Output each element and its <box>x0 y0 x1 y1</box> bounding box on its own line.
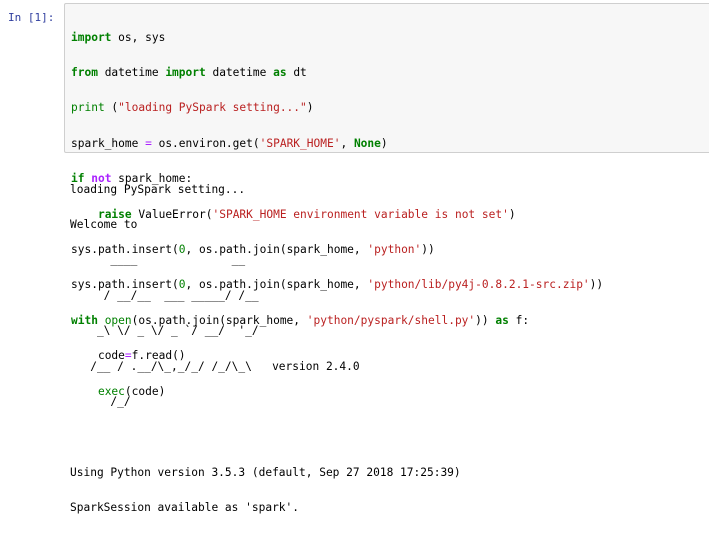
code-text: os, sys <box>111 30 166 44</box>
output-line: Using Python version 3.5.3 (default, Sep… <box>70 465 461 479</box>
code-text: )) <box>589 278 604 292</box>
code-keyword: as <box>495 313 509 327</box>
code-string: 'SPARK_HOME' <box>259 136 341 150</box>
output-line: loading PySpark setting... <box>70 182 246 196</box>
spark-logo-line: /__ / .__/\_,_/_/ /_/\_\ version 2.4.0 <box>70 359 360 373</box>
code-line: from datetime import datetime as dt <box>71 67 603 79</box>
code-keyword: None <box>353 136 381 150</box>
code-text: dt <box>286 65 307 79</box>
code-line: spark_home = os.environ.get('SPARK_HOME'… <box>71 136 603 150</box>
output-line: Welcome to <box>70 217 138 231</box>
input-prompt: In [1]: <box>8 11 55 24</box>
code-input-area[interactable]: import os, sys from datetime import date… <box>64 3 709 397</box>
code-string: "loading PySpark setting..." <box>118 101 307 115</box>
code-text: ) <box>306 101 314 115</box>
code-text: datetime <box>97 65 166 79</box>
code-keyword: as <box>273 65 287 79</box>
code-keyword: from <box>71 65 98 79</box>
code-text: ( <box>104 101 119 115</box>
code-text: f: <box>508 313 530 327</box>
code-text: os.environ.get( <box>151 136 260 150</box>
code-line: import os, sys <box>71 30 603 44</box>
code-text: ) <box>380 136 388 150</box>
code-keyword: import <box>71 30 112 44</box>
spark-logo-line: _\ \/ _ \/ _ `/ __/ '_/ <box>70 324 259 338</box>
spark-logo-line: /_/ <box>70 394 131 408</box>
output-line: SparkSession available as 'spark'. <box>70 501 300 515</box>
spark-logo-line: ____ __ <box>70 253 246 267</box>
code-line: print ("loading PySpark setting...") <box>71 102 603 114</box>
code-text: spark_home <box>71 136 146 150</box>
code-text: datetime <box>205 65 274 79</box>
code-text: )) <box>475 313 496 327</box>
code-operator: = <box>145 136 152 150</box>
spark-logo-line: / __/__ ___ _____/ /__ <box>70 288 259 302</box>
cell-output: loading PySpark setting... Welcome to __… <box>70 160 461 538</box>
code-text: , <box>340 136 354 150</box>
notebook-cell: In [1]: import os, sys from datetime imp… <box>0 0 709 513</box>
code-builtin: print <box>71 101 105 115</box>
code-keyword: import <box>165 65 206 79</box>
code-text: ) <box>508 207 516 221</box>
